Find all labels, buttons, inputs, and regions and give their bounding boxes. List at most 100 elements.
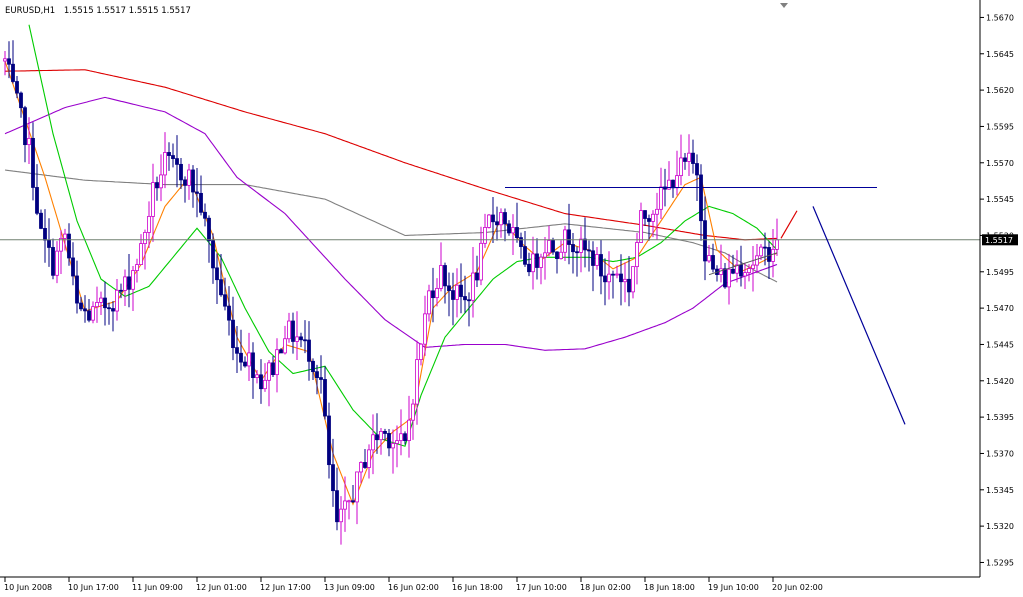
candle — [271, 356, 275, 377]
candle-body — [483, 227, 487, 244]
candle-body — [683, 157, 687, 162]
candle — [619, 254, 623, 306]
candle-body — [307, 339, 311, 362]
time-axis-ticks: 10 Jun 2008 10 Jun 17:00 11 Jun 09:00 12 Ju… — [4, 577, 823, 592]
candle — [11, 40, 15, 84]
price-tick-label: 1.5345 — [986, 486, 1014, 495]
candle-body — [343, 500, 347, 510]
candle — [767, 241, 771, 279]
price-tick-label: 1.5445 — [986, 340, 1014, 349]
candle-body — [127, 276, 131, 290]
candle — [139, 234, 143, 266]
candle — [723, 263, 727, 289]
candle — [679, 134, 683, 186]
candle-body — [187, 169, 191, 186]
candle-body — [355, 471, 359, 503]
candle-body — [607, 273, 611, 283]
candle-body — [539, 256, 543, 268]
candle-body — [211, 240, 215, 269]
candle-body — [379, 430, 383, 441]
candle-body — [315, 371, 319, 379]
candle-body — [55, 250, 59, 276]
candle — [283, 325, 287, 355]
candle-body — [159, 174, 163, 189]
candle — [715, 265, 719, 282]
price-tick-label: 1.5645 — [986, 50, 1014, 59]
shift-marker-icon[interactable] — [780, 3, 788, 8]
price-tick-label: 1.5295 — [986, 558, 1014, 567]
candle — [531, 236, 535, 290]
candle — [451, 272, 455, 326]
candle — [427, 284, 431, 322]
candle-body — [231, 319, 235, 349]
candle-body — [423, 313, 427, 345]
time-tick-label: 13 Jun 09:00 — [324, 583, 375, 592]
candle-body — [367, 449, 371, 468]
candle — [579, 226, 583, 273]
candle — [683, 152, 687, 170]
candle-body — [611, 273, 615, 276]
candle-body — [763, 246, 767, 249]
candle-body — [743, 272, 747, 277]
candle — [491, 197, 495, 243]
candle — [107, 302, 111, 325]
candle — [175, 135, 179, 188]
candle-body — [651, 213, 655, 222]
candle — [443, 262, 447, 304]
candle — [111, 301, 115, 332]
candle — [347, 499, 351, 520]
candle — [391, 429, 395, 474]
candle — [743, 262, 747, 290]
candle — [231, 296, 235, 361]
candle-body — [615, 273, 619, 276]
candle — [695, 154, 699, 201]
candle — [495, 206, 499, 241]
candle — [31, 122, 35, 201]
candle — [771, 229, 775, 278]
time-tick-label: 10 Jun 17:00 — [68, 583, 119, 592]
candle-body — [375, 434, 379, 441]
candle — [671, 179, 675, 198]
candle — [131, 266, 135, 311]
candle-body — [23, 107, 27, 146]
time-tick-label: 10 Jun 2008 — [4, 583, 52, 592]
candle — [267, 360, 271, 407]
candle-body — [223, 294, 227, 307]
candle-body — [259, 374, 263, 390]
candle — [563, 225, 567, 262]
candle — [207, 215, 211, 263]
candle — [171, 143, 175, 168]
candle — [35, 164, 39, 216]
candle-body — [15, 81, 19, 94]
candle — [147, 201, 151, 248]
candle-body — [603, 275, 607, 283]
candle-body — [403, 433, 407, 441]
candle-body — [335, 490, 339, 523]
candle — [51, 238, 55, 280]
candle-body — [391, 443, 395, 449]
candle-body — [347, 500, 351, 503]
candle-body — [535, 253, 539, 268]
candle-body — [395, 440, 399, 444]
candle-body — [11, 63, 15, 82]
candle-body — [623, 278, 627, 283]
candle-body — [291, 320, 295, 342]
candle-body — [43, 228, 47, 241]
candle — [519, 232, 523, 259]
candle — [311, 358, 315, 380]
candle-body — [679, 157, 683, 177]
candle-body — [443, 265, 447, 287]
candle — [83, 295, 87, 323]
candle-body — [31, 137, 35, 188]
price-tick-label: 1.5420 — [986, 377, 1014, 386]
candle — [659, 167, 663, 219]
candle-body — [455, 284, 459, 300]
candle — [655, 192, 659, 240]
current-price-text: 1.5517 — [985, 236, 1013, 245]
candle-body — [79, 302, 83, 310]
candle — [739, 245, 743, 287]
time-tick-label: 18 Jun 02:00 — [580, 583, 631, 592]
candle — [211, 233, 215, 284]
candle-body — [579, 238, 583, 253]
candle-body — [699, 174, 703, 222]
